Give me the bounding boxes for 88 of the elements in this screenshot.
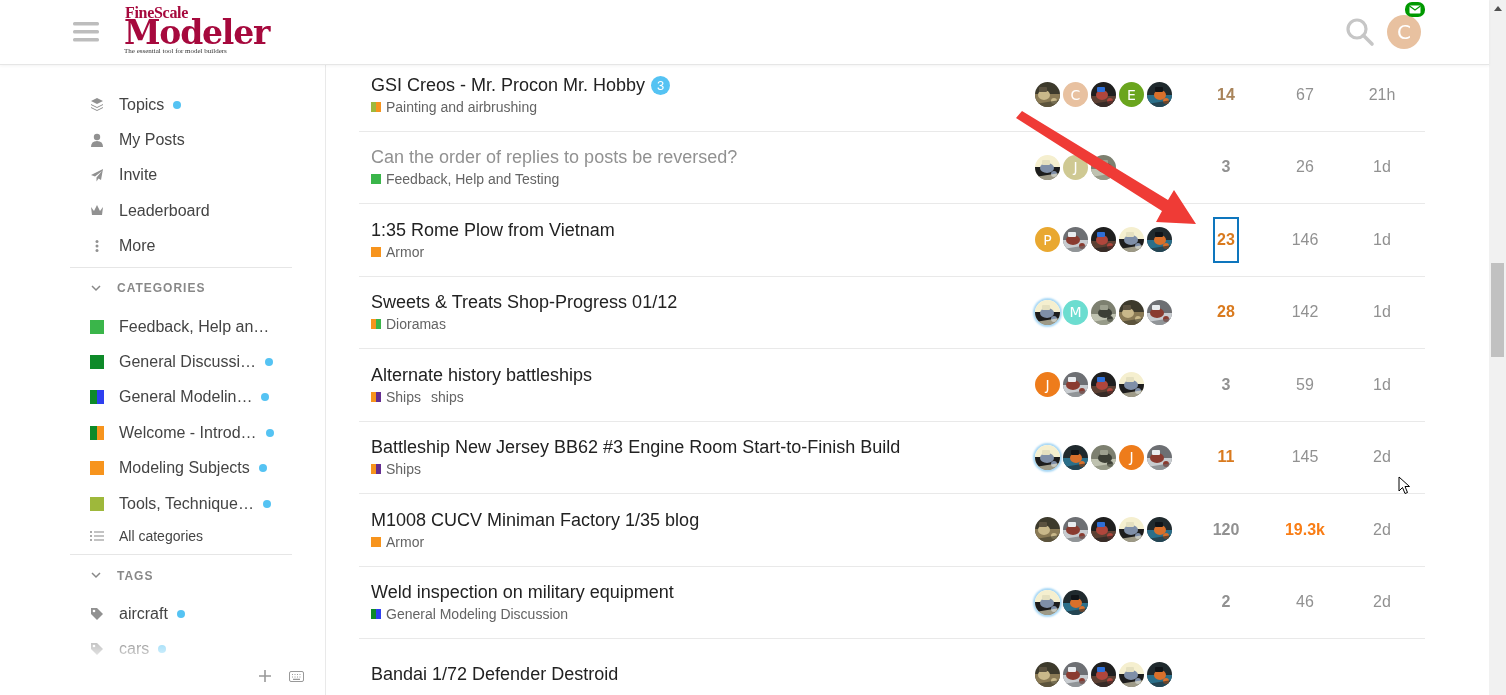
activity-time[interactable]: 1d [1373,303,1391,322]
sidebar-link[interactable]: General Modelin… [70,379,292,416]
view-count: 46 [1296,593,1314,612]
sidebar-link[interactable]: My Posts [70,122,292,158]
user-avatar[interactable]: J [1035,372,1060,398]
list-icon [90,530,104,543]
topic-link[interactable]: Sweets & Treats Shop-Progress 01/12 [371,292,678,314]
chevron-icon [91,572,101,580]
activity-time[interactable]: 1d [1373,375,1391,394]
sidebar-link[interactable]: Invite [70,157,292,194]
search-icon [1345,17,1375,47]
reply-count[interactable]: 120 [1208,506,1244,553]
search-button[interactable] [1345,17,1375,47]
sidebar-link[interactable]: Feedback, Help an… [70,308,292,345]
plus-icon [259,670,271,682]
view-count: 142 [1291,303,1319,322]
category-square [90,390,104,405]
activity-time[interactable]: 1d [1373,158,1391,177]
reply-count[interactable]: 28 [1213,289,1239,336]
tag-link[interactable]: ships [431,388,464,405]
activity-time[interactable]: 21h [1368,85,1396,104]
topic-link[interactable]: M1008 CUCV Miniman Factory 1/35 blog [371,509,700,531]
category-square [371,319,381,330]
sidebar-link[interactable]: aircraft [70,596,292,632]
category-name: Feedback, Help and Testing [386,171,560,188]
sidebar-link[interactable]: Modeling Subjects [70,450,292,486]
view-count: 19.3k [1284,520,1325,539]
layers-icon [90,97,104,113]
section-toggle[interactable]: TAGS [70,555,292,597]
reply-count[interactable]: 11 [1213,434,1239,481]
paper-plane-icon [90,167,104,183]
sidebar-link[interactable]: Leaderboard [70,193,292,229]
topic-link[interactable]: Weld inspection on military equipment [371,582,674,604]
reply-count[interactable]: 14 [1213,71,1239,118]
sidebar-link[interactable]: All categories [70,521,292,552]
keyboard-icon [289,670,304,682]
section-toggle[interactable]: CATEGORIES [70,267,292,309]
activity-time[interactable]: 1d [1373,230,1391,249]
reply-count[interactable]: 2 [1217,579,1235,626]
view-count: 67 [1296,85,1314,104]
reply-count[interactable]: 3 [1217,144,1235,191]
sidebar-link[interactable]: General Discussi… [70,344,292,380]
tag-icon [90,642,104,657]
menu-button[interactable] [73,21,99,43]
topic-link[interactable]: Can the order of replies to posts be reversed? [371,147,738,169]
topic-link[interactable]: Alternate history battleships [371,364,593,386]
user-avatar[interactable]: J [1119,444,1144,470]
category-square [371,101,381,112]
activity-time[interactable]: 2d [1373,520,1391,539]
category-name: Armor [386,243,425,260]
menu-icon [73,21,99,43]
envelope-icon [1409,5,1421,14]
topic-link[interactable]: Battleship New Jersey BB62 #3 Engine Room Start-to-Finish Build [371,437,901,459]
sidebar-link[interactable]: Topics [70,87,292,123]
reply-count[interactable]: 3 [1217,361,1235,408]
user-avatar[interactable]: P [1035,227,1060,253]
tag-icon [90,607,104,621]
topic-link[interactable]: GSI Creos - Mr. Procon Mr. Hobby [371,74,646,96]
scrollbar[interactable] [1489,0,1506,695]
sidebar-link[interactable]: Tools, Technique… [70,485,292,522]
sidebar-link[interactable]: More [70,228,292,264]
topic-link[interactable]: Bandai 1/72 Defender Destroid [371,664,619,686]
keyboard-button[interactable] [289,670,304,682]
category-square [371,609,381,620]
category-name: Armor [386,533,425,550]
view-count: 26 [1296,158,1314,177]
category-name: Painting and airbrushing [386,98,537,115]
sidebar-link[interactable]: cars [70,631,292,657]
category-square [90,425,104,440]
add-button[interactable] [259,670,271,682]
reply-count[interactable]: 23 [1213,216,1239,263]
sidebar-link[interactable]: Welcome - Introd… [70,415,292,451]
category-name: General Modeling Discussion [386,606,569,623]
activity-time[interactable]: 2d [1373,593,1391,612]
category-name: Ships [386,388,422,405]
category-square [371,464,381,475]
user-avatar[interactable]: E [1119,82,1144,108]
chevron-icon [91,284,101,292]
category-name: Dioramas [386,316,446,333]
category-square [371,391,381,402]
view-count: 59 [1296,375,1314,394]
view-count: 145 [1291,448,1319,467]
view-count: 146 [1291,230,1319,249]
topic-link[interactable]: 1:35 Rome Plow from Vietnam [371,219,615,241]
user-icon [90,132,104,148]
unread-count: 3 [651,75,671,95]
category-name: Ships [386,461,422,478]
activity-time[interactable]: 2d [1373,448,1391,467]
